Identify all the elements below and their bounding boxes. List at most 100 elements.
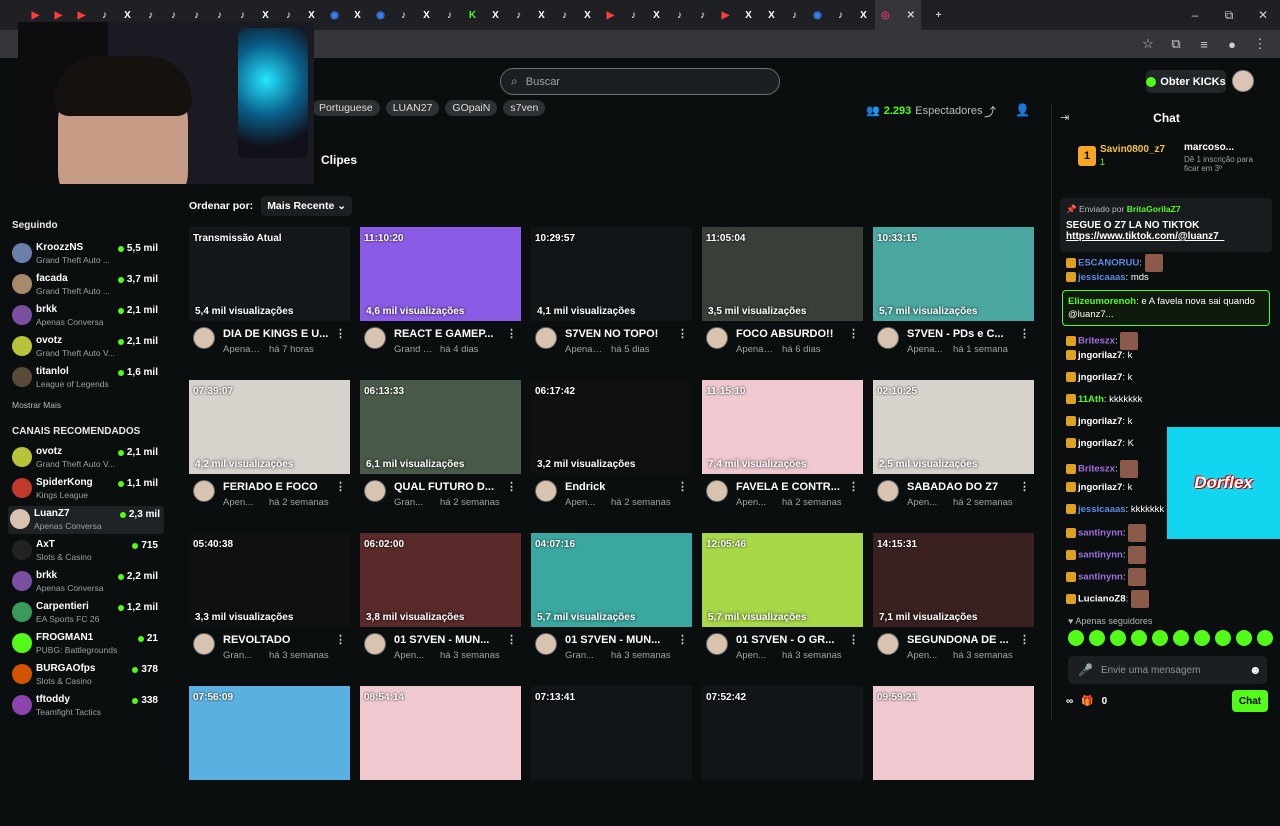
channel-avatar[interactable] (706, 327, 728, 349)
browser-tab[interactable]: X (415, 0, 438, 30)
clip-category[interactable]: Apen... (907, 497, 947, 508)
tag[interactable]: Portuguese (312, 100, 380, 116)
pinned-message[interactable]: 📌 Enviado por BritaGorilaZ7 SEGUE O Z7 L… (1060, 198, 1272, 252)
chat-username[interactable]: jngorilaz7 (1078, 482, 1122, 493)
more-options-icon[interactable]: ⋮ (1019, 633, 1030, 646)
more-options-icon[interactable]: ⋮ (335, 633, 346, 646)
infinity-icon[interactable]: ∞ (1066, 696, 1073, 707)
clip-category[interactable]: Apen... (907, 650, 947, 661)
channel-avatar[interactable] (706, 480, 728, 502)
clip-title[interactable]: Endrick (565, 481, 677, 493)
clip-card[interactable]: 11:10:20 4,6 mil visualizações REACT E GAM… (360, 227, 521, 367)
clip-card[interactable]: 07:56:09 (189, 686, 350, 826)
chat-username[interactable]: jessicaaas (1078, 272, 1126, 283)
clip-thumbnail[interactable]: 09:59:21 (873, 686, 1034, 780)
ad-banner[interactable]: Dorflex (1167, 427, 1280, 539)
clip-card[interactable]: 06:02:00 3,8 mil visualizações 01 S7VEN - … (360, 533, 521, 673)
browser-tab[interactable]: X (484, 0, 507, 30)
clip-title[interactable]: S7VEN NO TOPO! (565, 328, 677, 340)
restore-button[interactable]: ⧉ (1212, 0, 1246, 30)
tag[interactable]: GOpaiN (445, 100, 498, 116)
clip-thumbnail[interactable]: 05:40:38 3,3 mil visualizações (189, 533, 350, 627)
chat-username[interactable]: Briteszx (1078, 336, 1115, 347)
browser-tab[interactable]: X (576, 0, 599, 30)
chat-username[interactable]: jessicaaas (1078, 504, 1126, 515)
more-options-icon[interactable]: ⋮ (677, 633, 688, 646)
channel-avatar[interactable] (535, 480, 557, 502)
browser-tab[interactable]: X (645, 0, 668, 30)
browser-tab[interactable]: ♪ (392, 0, 415, 30)
show-more-link[interactable]: Mostrar Mais (12, 400, 61, 410)
channel-avatar[interactable] (877, 633, 899, 655)
clip-category[interactable]: Apen... (394, 650, 434, 661)
clip-card[interactable]: 08:54:14 (360, 686, 521, 826)
chat-username[interactable]: LucianoZ8 (1078, 594, 1126, 605)
emote[interactable] (1173, 630, 1189, 646)
browser-tab[interactable]: ♪ (829, 0, 852, 30)
browser-tab[interactable]: ▶ (599, 0, 622, 30)
browser-tab[interactable]: ♪ (438, 0, 461, 30)
tab-clips[interactable]: Clipes (321, 153, 357, 167)
user-avatar[interactable] (1232, 70, 1254, 92)
sidebar-item-titanlol[interactable]: titanlol League of Legends 1,6 mil (10, 364, 162, 392)
close-window-button[interactable]: ✕ (1246, 0, 1280, 30)
emote[interactable] (1236, 630, 1252, 646)
chat-username[interactable]: Briteszx (1078, 464, 1115, 475)
clip-card[interactable]: 11:05:04 3,5 mil visualizações FOCO ABSURD… (702, 227, 863, 367)
share-icon[interactable]: ⤴ (984, 103, 996, 120)
clip-category[interactable]: Apenas C... (565, 344, 605, 355)
browser-tab[interactable]: K (461, 0, 484, 30)
browser-tab[interactable]: ♪ (622, 0, 645, 30)
clip-thumbnail[interactable]: Transmissão Atual 5,4 mil visualizações (189, 227, 350, 321)
emote[interactable] (1131, 630, 1147, 646)
clip-category[interactable]: Gran... (565, 650, 605, 661)
more-options-icon[interactable]: ⋮ (506, 633, 517, 646)
chat-input-box[interactable]: 🎤 ☻ (1068, 656, 1267, 684)
more-options-icon[interactable]: ⋮ (848, 480, 859, 493)
sidebar-item-ovotz[interactable]: ovotz Grand Theft Auto V... 2,1 mil (10, 333, 162, 361)
emoji-icon[interactable]: ☻ (1249, 663, 1262, 677)
more-options-icon[interactable]: ⋮ (677, 480, 688, 493)
clip-title[interactable]: QUAL FUTURO D... (394, 481, 506, 493)
chat-username[interactable]: jngorilaz7 (1078, 416, 1122, 427)
clip-title[interactable]: 01 S7VEN - MUN... (565, 634, 677, 646)
channel-avatar[interactable] (364, 480, 386, 502)
clip-title[interactable]: REACT E GAMEP... (394, 328, 506, 340)
clip-thumbnail[interactable]: 11:10:20 4,6 mil visualizações (360, 227, 521, 321)
clip-category[interactable]: Apen... (736, 497, 776, 508)
bookmark-star-icon[interactable]: ☆ (1136, 36, 1160, 52)
clip-thumbnail[interactable]: 07:13:41 (531, 686, 692, 780)
emote[interactable] (1194, 630, 1210, 646)
clip-thumbnail[interactable]: 11:15:10 7,4 mil visualizações (702, 380, 863, 474)
sort-dropdown[interactable]: Mais Recente ⌄ (261, 196, 353, 216)
tag[interactable]: s7ven (503, 100, 546, 116)
sidebar-item-ovotz[interactable]: ovotz Grand Theft Auto V... 2,1 mil (10, 444, 162, 472)
sidebar-item-spiderkong[interactable]: SpiderKong Kings League 1,1 mil (10, 475, 162, 503)
more-options-icon[interactable]: ⋮ (1019, 327, 1030, 340)
chat-username[interactable]: santinynn (1078, 528, 1123, 539)
clip-card[interactable]: 07:39:07 4,2 mil visualizações FERIADO E F… (189, 380, 350, 520)
sidebar-item-facada[interactable]: facada Grand Theft Auto ... 3,7 mil (10, 271, 162, 299)
clip-thumbnail[interactable]: 04:07:16 5,7 mil visualizações (531, 533, 692, 627)
sidebar-item-brkk[interactable]: brkk Apenas Conversa 2,1 mil (10, 302, 162, 330)
clip-title[interactable]: FAVELA E CONTR... (736, 481, 848, 493)
clip-thumbnail[interactable]: 06:02:00 3,8 mil visualizações (360, 533, 521, 627)
channel-avatar[interactable] (364, 633, 386, 655)
more-options-icon[interactable]: ⋮ (1019, 480, 1030, 493)
clip-title[interactable]: SEGUNDONA DE ... (907, 634, 1019, 646)
browser-tab[interactable]: ◉ (369, 0, 392, 30)
browser-tab[interactable]: X (530, 0, 553, 30)
browser-tab[interactable]: ♪ (783, 0, 806, 30)
tag[interactable]: LUAN27 (385, 100, 440, 116)
more-options-icon[interactable]: ⋮ (848, 327, 859, 340)
clip-thumbnail[interactable]: 10:33:15 5,7 mil visualizações (873, 227, 1034, 321)
emote[interactable] (1110, 630, 1126, 646)
clip-thumbnail[interactable]: 07:39:07 4,2 mil visualizações (189, 380, 350, 474)
browser-tab[interactable]: ◉ (323, 0, 346, 30)
emote[interactable] (1068, 630, 1084, 646)
leader1-name[interactable]: Savin0800_z7 (1100, 144, 1165, 155)
clip-title[interactable]: SABADAO DO Z7 (907, 481, 1019, 493)
clip-title[interactable]: 01 S7VEN - O GR... (736, 634, 848, 646)
channel-avatar[interactable] (877, 327, 899, 349)
clip-category[interactable]: Apen... (565, 497, 605, 508)
